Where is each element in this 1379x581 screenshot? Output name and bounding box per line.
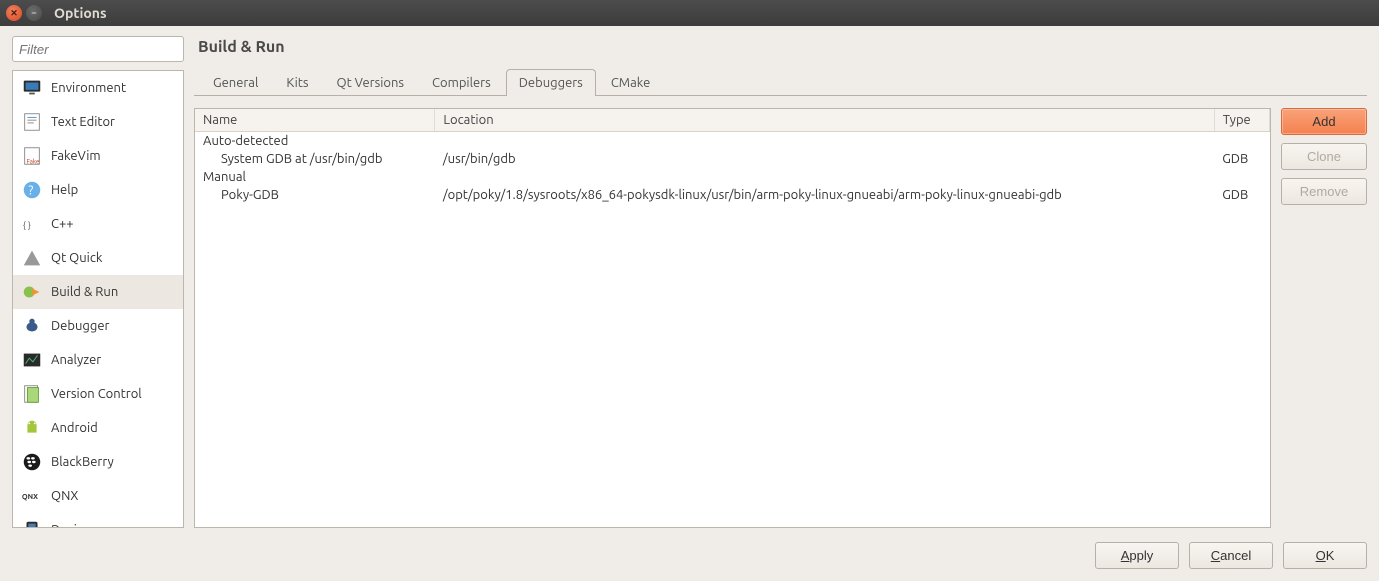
sidebar-item-qt-quick[interactable]: Qt Quick — [13, 241, 183, 275]
tab-cmake[interactable]: CMake — [598, 69, 663, 96]
sidebar-item-label: FakeVim — [51, 149, 101, 163]
sidebar-item-cpp[interactable]: { } C++ — [13, 207, 183, 241]
version-control-icon — [21, 383, 43, 405]
sidebar-item-blackberry[interactable]: BlackBerry — [13, 445, 183, 479]
group-manual[interactable]: Manual — [195, 168, 1270, 186]
sidebar-item-label: Qt Quick — [51, 251, 102, 265]
svg-text:{ }: { } — [23, 220, 31, 231]
dialog-footer: Apply Cancel OK — [12, 528, 1367, 569]
devices-icon — [21, 519, 43, 528]
sidebar-item-build-run[interactable]: Build & Run — [13, 275, 183, 309]
tab-qt-versions[interactable]: Qt Versions — [324, 69, 418, 96]
tabs-row: General Kits Qt Versions Compilers Debug… — [194, 68, 1367, 96]
tab-kits[interactable]: Kits — [273, 69, 321, 96]
tab-debuggers[interactable]: Debuggers — [506, 69, 596, 96]
fakevim-icon: Fake — [21, 145, 43, 167]
clone-button[interactable]: Clone — [1281, 143, 1367, 170]
debuggers-table[interactable]: Name Location Type Auto-detected System … — [194, 108, 1271, 528]
text-editor-icon — [21, 111, 43, 133]
monitor-icon — [21, 77, 43, 99]
table-row[interactable]: System GDB at /usr/bin/gdb /usr/bin/gdb … — [195, 150, 1270, 168]
column-location[interactable]: Location — [435, 109, 1214, 132]
window-titlebar: ✕ – Options — [0, 0, 1379, 26]
sidebar-item-label: Environment — [51, 81, 126, 95]
help-icon: ? — [21, 179, 43, 201]
group-label: Manual — [195, 168, 1270, 186]
svg-text:QNX: QNX — [22, 493, 38, 501]
window-title: Options — [54, 5, 107, 21]
blackberry-icon — [21, 451, 43, 473]
sidebar-item-label: QNX — [51, 489, 78, 503]
sidebar-item-label: Text Editor — [51, 115, 115, 129]
table-buttons: Add Clone Remove — [1281, 108, 1367, 528]
sidebar-item-label: Analyzer — [51, 353, 101, 367]
cell-name: Poky-GDB — [195, 186, 435, 204]
cell-name: System GDB at /usr/bin/gdb — [195, 150, 435, 168]
sidebar-item-label: Version Control — [51, 387, 142, 401]
filter-input[interactable] — [12, 36, 184, 62]
sidebar-item-debugger[interactable]: Debugger — [13, 309, 183, 343]
sidebar-item-label: C++ — [51, 217, 74, 231]
apply-button[interactable]: Apply — [1095, 542, 1179, 569]
window-close-icon[interactable]: ✕ — [6, 5, 22, 21]
qt-quick-icon — [21, 247, 43, 269]
main-panel: Build & Run General Kits Qt Versions Com… — [194, 36, 1367, 528]
sidebar-item-text-editor[interactable]: Text Editor — [13, 105, 183, 139]
svg-text:Fake: Fake — [27, 157, 41, 165]
sidebar-item-label: Build & Run — [51, 285, 118, 299]
group-label: Auto-detected — [195, 132, 1270, 151]
sidebar-item-android[interactable]: Android — [13, 411, 183, 445]
tab-general[interactable]: General — [200, 69, 271, 96]
window-minimize-icon[interactable]: – — [26, 5, 42, 21]
sidebar-item-label: Debugger — [51, 319, 109, 333]
tab-compilers[interactable]: Compilers — [419, 69, 504, 96]
table-row[interactable]: Poky-GDB /opt/poky/1.8/sysroots/x86_64-p… — [195, 186, 1270, 204]
sidebar-item-fakevim[interactable]: Fake FakeVim — [13, 139, 183, 173]
debugger-icon — [21, 315, 43, 337]
android-icon — [21, 417, 43, 439]
analyzer-icon — [21, 349, 43, 371]
cell-type: GDB — [1214, 150, 1269, 168]
page-title: Build & Run — [194, 36, 1367, 68]
svg-text:?: ? — [28, 184, 33, 198]
sidebar-item-version-control[interactable]: Version Control — [13, 377, 183, 411]
cell-location: /usr/bin/gdb — [435, 150, 1214, 168]
cpp-icon: { } — [21, 213, 43, 235]
sidebar-item-qnx[interactable]: QNX QNX — [13, 479, 183, 513]
qnx-icon: QNX — [21, 485, 43, 507]
group-auto-detected[interactable]: Auto-detected — [195, 132, 1270, 151]
build-run-icon — [21, 281, 43, 303]
cell-location: /opt/poky/1.8/sysroots/x86_64-pokysdk-li… — [435, 186, 1214, 204]
sidebar-item-help[interactable]: ? Help — [13, 173, 183, 207]
cancel-button[interactable]: Cancel — [1189, 542, 1273, 569]
sidebar-item-label: Help — [51, 183, 78, 197]
sidebar-item-label: Android — [51, 421, 98, 435]
column-name[interactable]: Name — [195, 109, 435, 132]
sidebar-item-label: BlackBerry — [51, 455, 114, 469]
sidebar-item-devices[interactable]: Devices — [13, 513, 183, 528]
ok-button[interactable]: OK — [1283, 542, 1367, 569]
sidebar: Environment Text Editor Fake FakeVim ? H… — [12, 36, 184, 528]
sidebar-item-environment[interactable]: Environment — [13, 71, 183, 105]
add-button[interactable]: Add — [1281, 108, 1367, 135]
column-type[interactable]: Type — [1214, 109, 1269, 132]
cell-type: GDB — [1214, 186, 1269, 204]
category-list[interactable]: Environment Text Editor Fake FakeVim ? H… — [12, 70, 184, 528]
remove-button[interactable]: Remove — [1281, 178, 1367, 205]
sidebar-item-analyzer[interactable]: Analyzer — [13, 343, 183, 377]
